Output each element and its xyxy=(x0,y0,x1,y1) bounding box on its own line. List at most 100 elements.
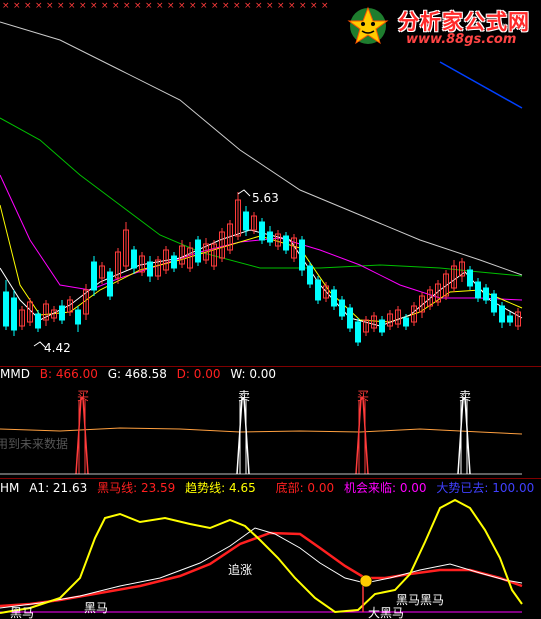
hm-name: HM xyxy=(0,481,20,495)
logo-url: www.88gs.com xyxy=(406,32,517,47)
candle-body xyxy=(507,315,513,323)
hm-header: HM A1: 21.63 黑马线: 23.59 趋势线: 4.65 底部: 0.… xyxy=(0,480,540,496)
top-marker: × xyxy=(90,1,98,11)
candle-body xyxy=(283,235,289,251)
annotation-heimaheima: 黑马黑马 xyxy=(396,593,444,607)
candle-body xyxy=(147,261,153,277)
candle-body xyxy=(107,271,113,297)
mmd-indicator-panel[interactable]: 买 卖 买 卖 MMD B: 466.00 G: 468.58 D: 0.00 W: … xyxy=(0,366,541,478)
candle-body xyxy=(243,211,249,231)
candle-body xyxy=(315,279,321,301)
candle-body xyxy=(331,289,337,307)
candle-body xyxy=(379,319,385,333)
top-marker: × xyxy=(35,1,43,11)
sell-label: 卖 xyxy=(238,389,250,403)
top-marker: × xyxy=(79,1,87,11)
candle-body xyxy=(339,299,345,317)
candle-body xyxy=(35,313,41,329)
top-marker: × xyxy=(255,1,263,11)
site-logo: 分析家公式网 www.88gs.com xyxy=(344,2,540,50)
candle-body xyxy=(259,221,265,241)
top-marker: × xyxy=(46,1,54,11)
top-marker: × xyxy=(134,1,142,11)
candle-body xyxy=(267,231,273,243)
top-marker: × xyxy=(211,1,219,11)
sell-label: 卖 xyxy=(459,389,471,403)
candle-body xyxy=(75,309,81,325)
top-marker: × xyxy=(222,1,230,11)
top-marker: × xyxy=(2,1,10,11)
candle-body xyxy=(195,239,201,263)
candle-body xyxy=(91,261,97,291)
candlestick-chart: × × × × × × × × × × × × × × × × × × × × × × × × × × × × × ×5.634.42 xyxy=(0,1,523,355)
top-marker: × xyxy=(178,1,186,11)
future-data-watermark: 用到未来数据 xyxy=(0,437,69,451)
top-marker: × xyxy=(101,1,109,11)
hm-trend-line-value: 趋势线: 4.65 xyxy=(185,481,256,495)
mmd-w-value: W: 0.00 xyxy=(230,367,277,381)
top-marker: × xyxy=(277,1,285,11)
top-marker: × xyxy=(189,1,197,11)
candle-body xyxy=(355,321,361,343)
annotation-heima: 黑马 xyxy=(84,601,108,615)
candle-body xyxy=(3,291,9,327)
top-marker: × xyxy=(68,1,76,11)
buy-signal-spike xyxy=(75,397,89,475)
low-price-label: 4.42 xyxy=(44,341,71,355)
top-marker: × xyxy=(57,1,65,11)
smiley-icon xyxy=(359,574,373,588)
candle-body xyxy=(475,281,481,299)
hm-chart: 黑马 黑马追涨大黑马黑马黑马 xyxy=(0,498,523,619)
top-marker: × xyxy=(288,1,296,11)
top-marker: × xyxy=(266,1,274,11)
top-marker: × xyxy=(156,1,164,11)
mmd-name: MMD xyxy=(0,367,30,381)
candle-body xyxy=(403,317,409,327)
candle-body xyxy=(307,265,313,285)
top-marker: × xyxy=(200,1,208,11)
hm-opportunity-value: 机会来临: 0.00 xyxy=(343,481,427,495)
top-marker: × xyxy=(244,1,252,11)
candle-body xyxy=(131,249,137,269)
top-marker: × xyxy=(310,1,318,11)
candle-body xyxy=(171,255,177,269)
high-pointer xyxy=(237,189,251,197)
hm-bottom-value: 底部: 0.00 xyxy=(275,481,335,495)
candle-body xyxy=(11,297,17,331)
candle-body xyxy=(483,287,489,301)
candle-body xyxy=(491,293,497,313)
candle-body xyxy=(59,305,65,321)
annotation-zhuizhang: 追涨 xyxy=(228,562,252,577)
mmd-d-value: D: 0.00 xyxy=(176,367,221,381)
high-price-label: 5.63 xyxy=(252,191,279,205)
mmd-header: MMD B: 466.00 G: 468.58 D: 0.00 W: 0.00 xyxy=(0,366,282,382)
candle-body xyxy=(467,269,473,287)
star-logo-icon xyxy=(347,6,389,45)
top-marker: × xyxy=(123,1,131,11)
top-marker: × xyxy=(321,1,329,11)
sell-signal-spike xyxy=(236,397,250,475)
mmd-chart: 买卖买卖 xyxy=(0,389,523,475)
annotation-heima: 黑马 xyxy=(10,606,34,619)
sell-signal-spike xyxy=(457,397,471,475)
mmd-b-value: B: 466.00 xyxy=(39,367,98,381)
candle-body xyxy=(347,307,353,329)
hm-heima-line-value: 黑马线: 23.59 xyxy=(97,481,176,495)
candle-body xyxy=(299,239,305,271)
mmd-g-value: G: 468.58 xyxy=(107,367,167,381)
hm-indicator-panel[interactable]: 黑马 黑马 追涨 大黑马 黑马黑马 HM A1: 21.63 黑马线: 23.59 趋势… xyxy=(0,478,541,619)
top-marker: × xyxy=(112,1,120,11)
buy-label: 买 xyxy=(77,389,89,403)
top-marker: × xyxy=(24,1,32,11)
buy-signal-spike xyxy=(355,397,369,475)
annotation-daheima: 大黑马 xyxy=(368,606,404,619)
hm-a1-value: A1: 21.63 xyxy=(29,481,88,495)
top-marker: × xyxy=(299,1,307,11)
buy-label: 买 xyxy=(357,389,369,403)
hm-trend-over-value: 大势已去: 100.00 xyxy=(436,481,535,495)
top-marker: × xyxy=(233,1,241,11)
candlestick-panel[interactable]: × × × × × × × × × × × × × × × × × × × × × × × × × × × × × × 5.63 4.42 分… xyxy=(0,0,541,366)
candle-body xyxy=(499,305,505,323)
top-marker: × xyxy=(13,1,21,11)
ma120-line xyxy=(439,61,523,109)
